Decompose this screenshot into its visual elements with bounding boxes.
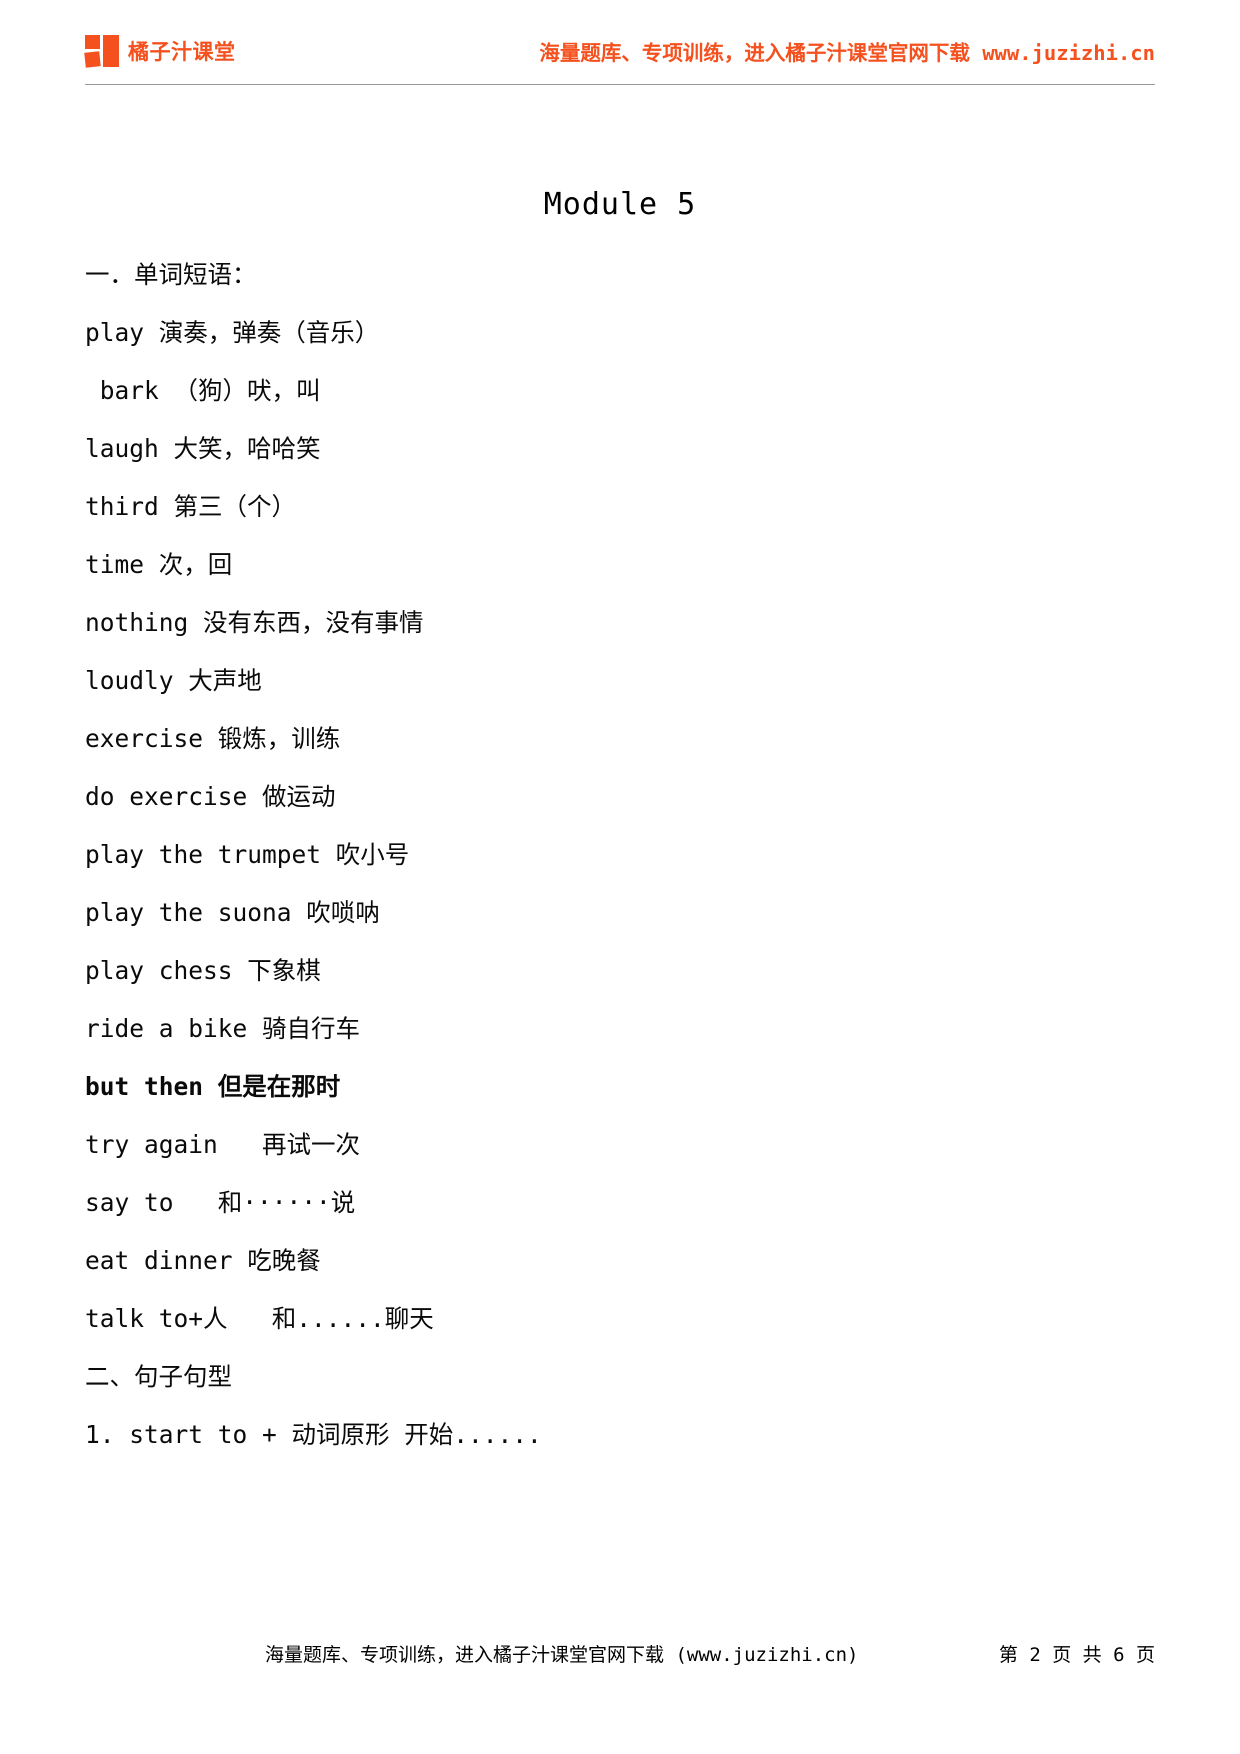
content-line: talk to+人 和......聊天 bbox=[85, 1304, 434, 1333]
content-line: but then 但是在那时 bbox=[85, 1072, 341, 1101]
page-footer: 海量题库、专项训练，进入橘子汁课堂官网下载 (www.juzizhi.cn) 第… bbox=[85, 1640, 1155, 1667]
content-line: nothing 没有东西，没有事情 bbox=[85, 608, 424, 637]
content-line: ride a bike 骑自行车 bbox=[85, 1014, 361, 1043]
content-line: loudly 大声地 bbox=[85, 666, 262, 695]
content-line: play chess 下象棋 bbox=[85, 956, 321, 985]
content-line: do exercise 做运动 bbox=[85, 782, 336, 811]
content-line: time 次，回 bbox=[85, 550, 233, 579]
content-line: exercise 锻炼，训练 bbox=[85, 724, 341, 753]
content-line: 二、句子句型 bbox=[85, 1362, 232, 1391]
content-line: eat dinner 吃晚餐 bbox=[85, 1246, 321, 1275]
content-line: say to 和······说 bbox=[85, 1188, 356, 1217]
footer-page-number: 第 2 页 共 6 页 bbox=[998, 1644, 1155, 1666]
header-inner: 橘子汁课堂 海量题库、专项训练，进入橘子汁课堂官网下载 www.juzizhi.… bbox=[84, 28, 1155, 74]
content-line: 一．单词短语： bbox=[85, 260, 257, 289]
document-content: Module 5 一．单词短语： play 演奏，弹奏（音乐） bark （狗）… bbox=[85, 176, 1155, 1464]
content-line: bark （狗）吠，叫 bbox=[85, 376, 321, 405]
brand: 橘子汁课堂 bbox=[84, 35, 236, 68]
page-header: 橘子汁课堂 海量题库、专项训练，进入橘子汁课堂官网下载 www.juzizhi.… bbox=[0, 0, 1240, 92]
document-page: 橘子汁课堂 海量题库、专项训练，进入橘子汁课堂官网下载 www.juzizhi.… bbox=[0, 0, 1240, 1754]
content-line: laugh 大笑，哈哈笑 bbox=[85, 434, 321, 463]
content-line: play 演奏，弹奏（音乐） bbox=[85, 318, 380, 347]
header-divider bbox=[85, 84, 1155, 85]
header-tagline: 海量题库、专项训练，进入橘子汁课堂官网下载 www.juzizhi.cn bbox=[539, 41, 1155, 65]
content-line: 1. start to + 动词原形 开始...... bbox=[85, 1420, 542, 1449]
content-line: third 第三（个） bbox=[85, 492, 297, 521]
four-square-grid-logo-icon bbox=[84, 35, 119, 68]
footer-note: 海量题库、专项训练，进入橘子汁课堂官网下载 (www.juzizhi.cn) bbox=[265, 1644, 859, 1666]
page-title: Module 5 bbox=[543, 187, 697, 222]
brand-name: 橘子汁课堂 bbox=[128, 40, 236, 64]
content-line: play the suona 吹唢呐 bbox=[85, 898, 380, 927]
content-line: play the trumpet 吹小号 bbox=[85, 840, 410, 869]
content-line: try again 再试一次 bbox=[85, 1130, 361, 1159]
